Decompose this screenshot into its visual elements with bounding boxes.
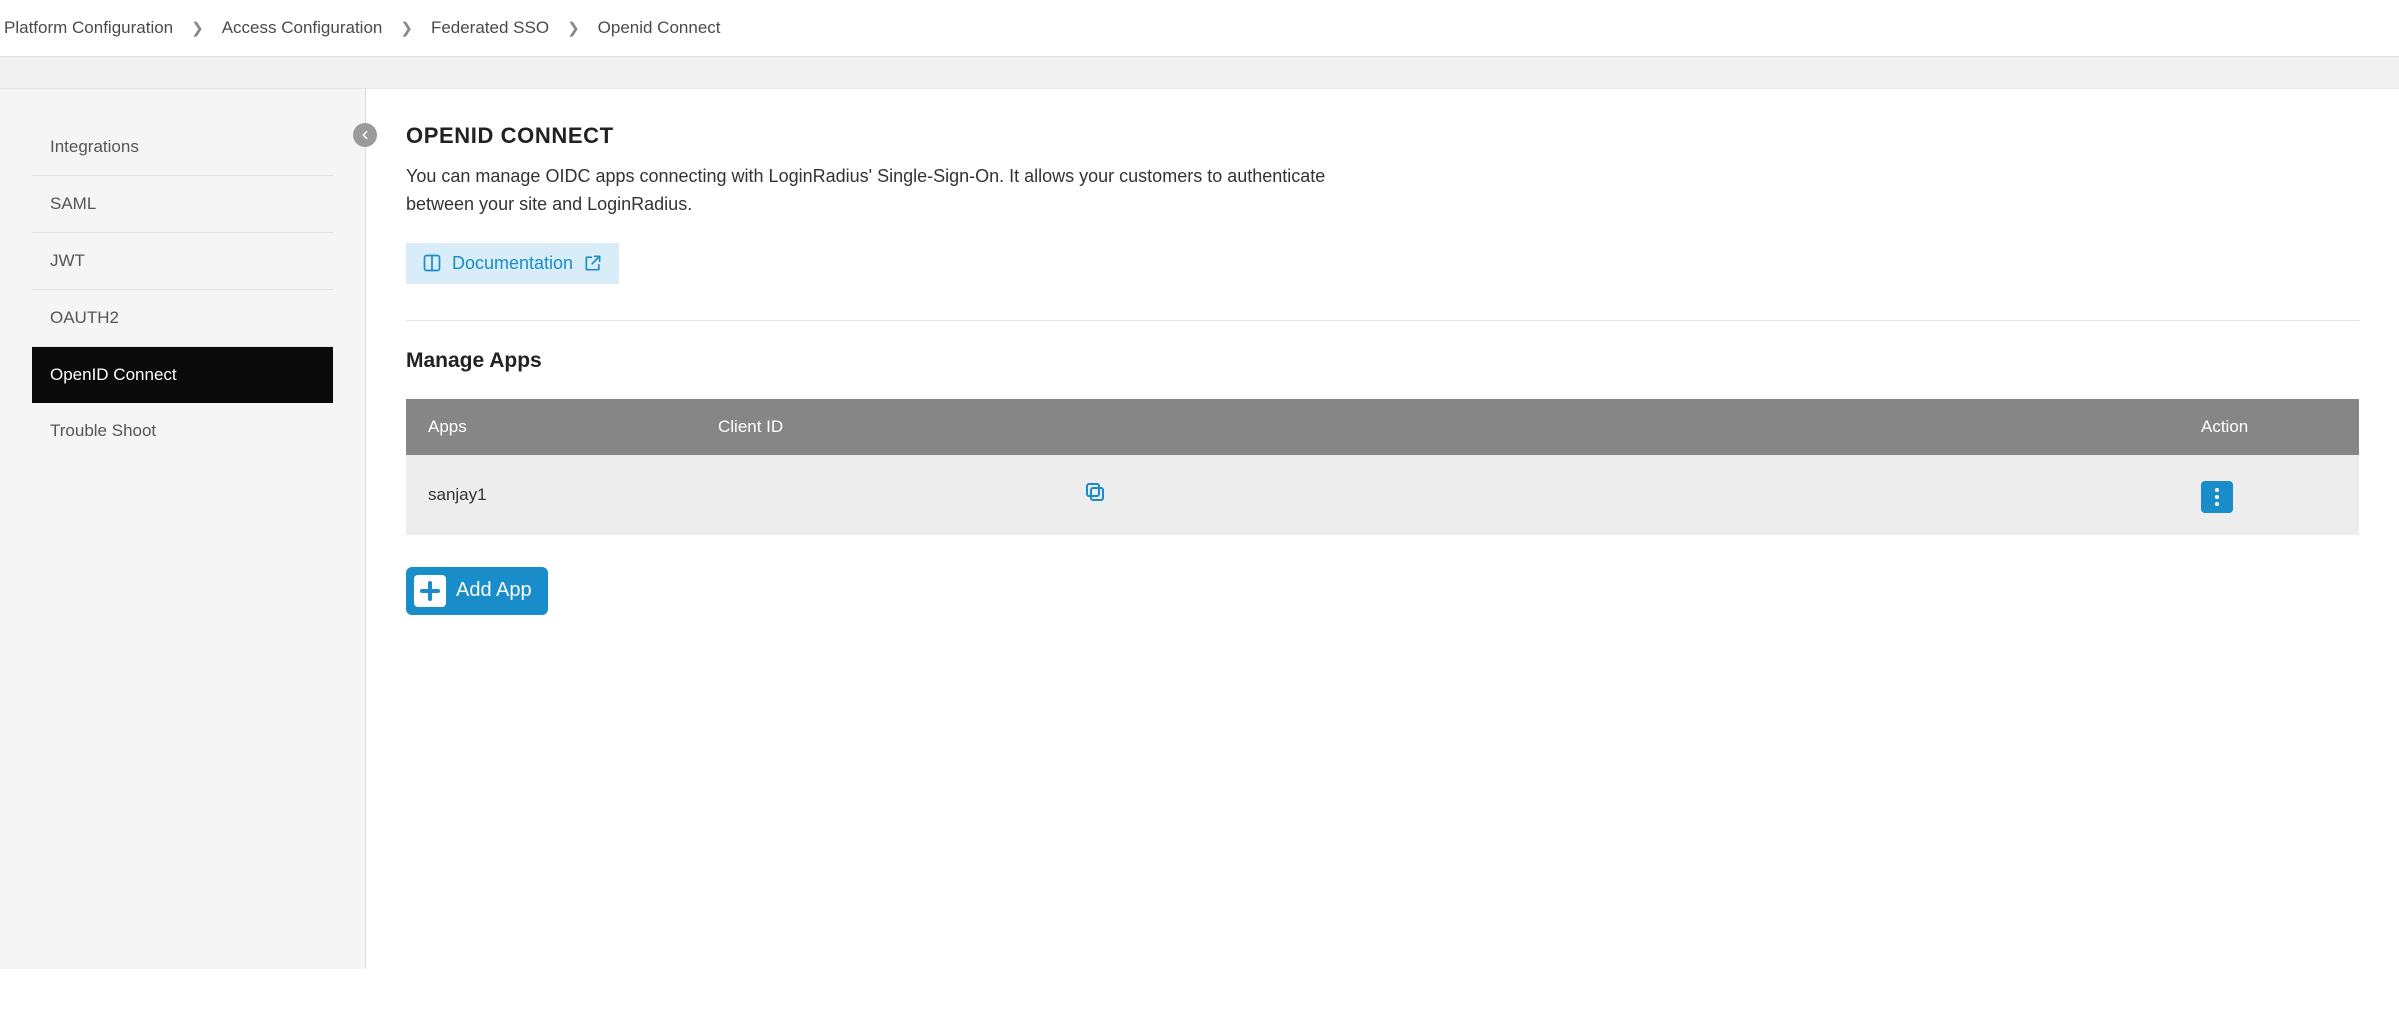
row-actions-button[interactable] — [2201, 481, 2233, 513]
table-row: sanjay1 — [406, 455, 2359, 535]
sidebar-item-integrations[interactable]: Integrations — [32, 119, 333, 176]
sidebar-nav: Integrations SAML JWT OAUTH2 OpenID Conn… — [0, 119, 365, 459]
sidebar-item-jwt[interactable]: JWT — [32, 233, 333, 290]
breadcrumb: Platform Configuration ❯ Access Configur… — [0, 0, 2399, 57]
chevron-left-icon — [358, 128, 372, 142]
chevron-right-icon: ❯ — [567, 19, 580, 37]
cell-client-id — [696, 455, 2179, 535]
copy-icon — [1083, 480, 1107, 504]
breadcrumb-item-access-config[interactable]: Access Configuration — [222, 18, 383, 38]
page-description: You can manage OIDC apps connecting with… — [406, 163, 1386, 219]
sidebar-item-saml[interactable]: SAML — [32, 176, 333, 233]
table-header-action: Action — [2179, 399, 2359, 455]
add-app-label: Add App — [456, 579, 532, 602]
layout: Integrations SAML JWT OAUTH2 OpenID Conn… — [0, 89, 2399, 969]
cell-action — [2179, 455, 2359, 535]
sidebar-item-troubleshoot[interactable]: Trouble Shoot — [32, 403, 333, 459]
book-icon — [422, 253, 442, 273]
copy-client-id-button[interactable] — [1083, 480, 1107, 504]
sidebar-item-oauth2[interactable]: OAUTH2 — [32, 290, 333, 347]
sidebar-item-openid-connect[interactable]: OpenID Connect — [32, 347, 333, 403]
breadcrumb-item-federated-sso[interactable]: Federated SSO — [431, 18, 549, 38]
documentation-link[interactable]: Documentation — [406, 243, 619, 284]
kebab-icon — [2215, 488, 2219, 506]
external-link-icon — [583, 253, 603, 273]
table-header-apps: Apps — [406, 399, 696, 455]
divider — [406, 320, 2359, 321]
section-gap — [0, 57, 2399, 89]
collapse-sidebar-button[interactable] — [353, 123, 377, 147]
add-app-button[interactable]: Add App — [406, 567, 548, 615]
sidebar: Integrations SAML JWT OAUTH2 OpenID Conn… — [0, 89, 366, 969]
breadcrumb-item-platform-config[interactable]: Platform Configuration — [4, 18, 173, 38]
main-content: OPENID CONNECT You can manage OIDC apps … — [366, 89, 2399, 969]
plus-icon — [414, 575, 446, 607]
table-header-client-id: Client ID — [696, 399, 2179, 455]
documentation-label: Documentation — [452, 253, 573, 274]
breadcrumb-item-openid-connect[interactable]: Openid Connect — [598, 18, 721, 38]
chevron-right-icon: ❯ — [191, 19, 204, 37]
chevron-right-icon: ❯ — [400, 19, 413, 37]
apps-table: Apps Client ID Action sanjay1 — [406, 399, 2359, 535]
section-title: Manage Apps — [406, 349, 2359, 373]
cell-app-name: sanjay1 — [406, 455, 696, 535]
page-title: OPENID CONNECT — [406, 123, 2359, 149]
